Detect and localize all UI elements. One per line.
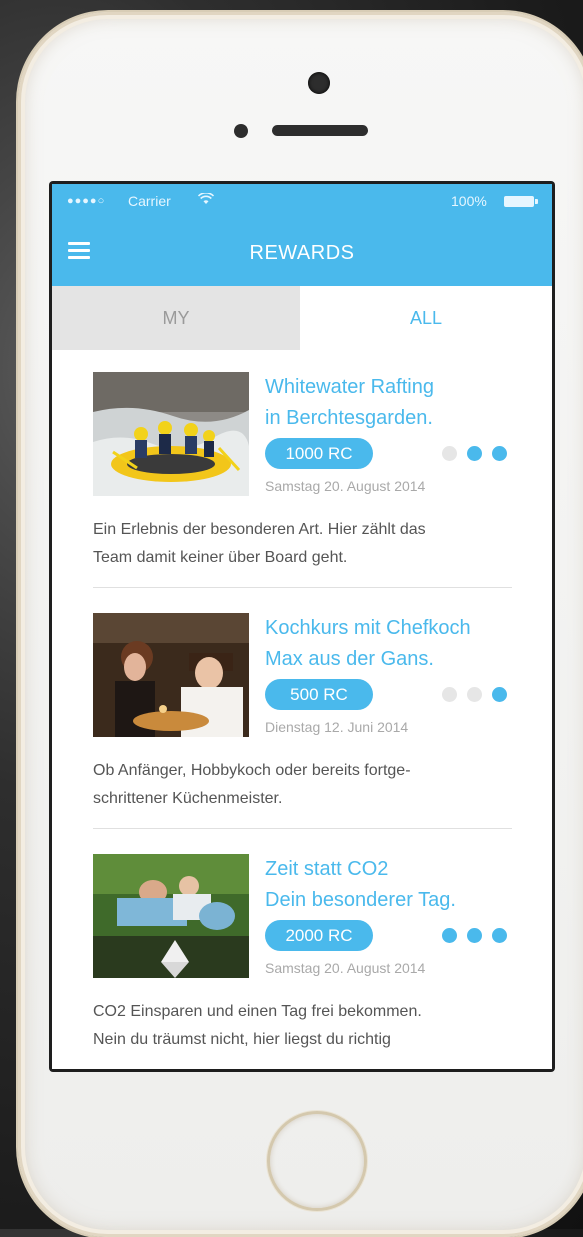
rating-dots bbox=[442, 446, 517, 466]
signal-strength-icon: ●●●●○ bbox=[67, 195, 106, 207]
tab-my[interactable]: MY bbox=[52, 286, 300, 350]
status-bar: ●●●●○ Carrier 100% bbox=[52, 184, 552, 220]
wifi-icon bbox=[197, 192, 215, 208]
tab-all[interactable]: ALL bbox=[300, 286, 552, 350]
reward-image-planting bbox=[93, 854, 249, 978]
divider bbox=[93, 587, 512, 588]
rating-dot bbox=[492, 928, 507, 943]
rating-dot bbox=[442, 928, 457, 943]
points-badge: 500 RC bbox=[265, 679, 373, 710]
earpiece-speaker bbox=[272, 125, 368, 136]
reward-title[interactable]: Kochkurs mit Chefkoch Max aus der Gans. bbox=[265, 613, 545, 675]
navigation-bar: REWARDS bbox=[52, 220, 552, 286]
reward-description: Ein Erlebnis der besonderen Art. Hier zä… bbox=[93, 521, 426, 566]
reward-item[interactable]: Kochkurs mit Chefkoch Max aus der Gans. … bbox=[52, 591, 552, 833]
reward-title[interactable]: Zeit statt CO2 Dein besonderer Tag. bbox=[265, 854, 545, 916]
rating-dot bbox=[467, 687, 482, 702]
battery-percentage: 100% bbox=[451, 193, 487, 209]
battery-icon bbox=[504, 196, 538, 207]
divider bbox=[93, 828, 512, 829]
points-badge: 2000 RC bbox=[265, 920, 373, 951]
rating-dots bbox=[442, 928, 517, 948]
rating-dot bbox=[467, 928, 482, 943]
rating-dot bbox=[442, 687, 457, 702]
reward-item[interactable]: Zeit statt CO2 Dein besonderer Tag. 2000… bbox=[52, 832, 552, 1069]
reward-image-cooking bbox=[93, 613, 249, 737]
rating-dot bbox=[442, 446, 457, 461]
rating-dots bbox=[442, 687, 517, 707]
points-badge: 1000 RC bbox=[265, 438, 373, 469]
home-button[interactable] bbox=[267, 1111, 367, 1211]
reward-title[interactable]: Whitewater Rafting in Berchtesgarden. bbox=[265, 372, 545, 434]
phone-screen: ●●●●○ Carrier 100% REWARDS MY ALL Whitew… bbox=[49, 181, 555, 1072]
reward-date: Samstag 20. August 2014 bbox=[265, 478, 426, 494]
reward-description: Ob Anfänger, Hobbykoch oder bereits fort… bbox=[93, 762, 411, 807]
reward-item[interactable]: Whitewater Rafting in Berchtesgarden. 10… bbox=[52, 350, 552, 592]
tab-bar: MY ALL bbox=[52, 286, 552, 350]
reward-date: Samstag 20. August 2014 bbox=[265, 960, 426, 976]
rating-dot bbox=[467, 446, 482, 461]
proximity-sensor bbox=[234, 124, 248, 138]
rating-dot bbox=[492, 446, 507, 461]
reward-date: Dienstag 12. Juni 2014 bbox=[265, 719, 409, 735]
reward-description: CO2 Einsparen und einen Tag frei bekomme… bbox=[93, 1003, 422, 1048]
front-camera bbox=[308, 72, 330, 94]
app-screen: ●●●●○ Carrier 100% REWARDS MY ALL Whitew… bbox=[52, 184, 552, 1069]
reward-image-rafting bbox=[93, 372, 249, 496]
carrier-label: Carrier bbox=[128, 193, 171, 209]
rating-dot bbox=[492, 687, 507, 702]
page-title: REWARDS bbox=[249, 242, 355, 264]
